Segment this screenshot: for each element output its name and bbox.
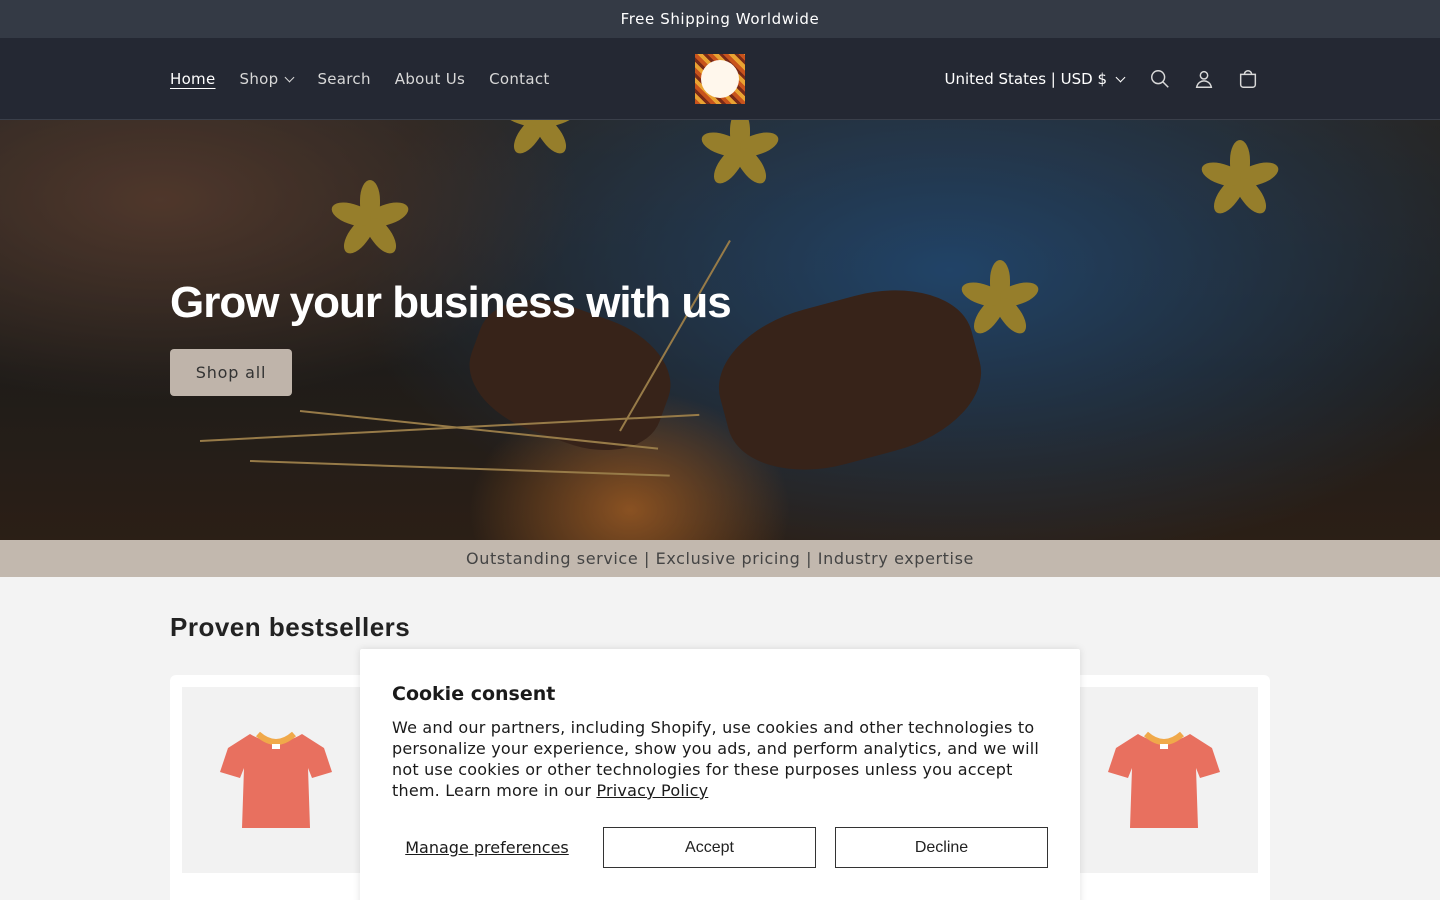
account-button[interactable] [1182,57,1226,101]
nav-home-label: Home [170,70,216,88]
currency-selector[interactable]: United States | USD $ [944,70,1138,88]
currency-label: United States | USD $ [944,70,1107,88]
store-logo[interactable] [695,54,745,104]
hero-overlay [0,120,1440,540]
cookie-consent-dialog: Cookie consent We and our partners, incl… [360,649,1080,900]
hero-title: Grow your business with us [170,278,732,327]
search-icon [1151,70,1169,88]
cookie-text: We and our partners, including Shopify, … [392,717,1048,801]
header-actions: United States | USD $ [944,38,1270,120]
hero-banner: Grow your business with us Shop all [0,120,1440,540]
product-card[interactable] [170,675,382,900]
nav-home[interactable]: Home [158,70,228,88]
product-image [1070,687,1258,873]
announcement-text: Free Shipping Worldwide [620,10,820,28]
search-button[interactable] [1138,57,1182,101]
nav-shop[interactable]: Shop [228,70,306,88]
account-icon [1195,70,1213,88]
nav-about-label: About Us [394,70,466,88]
site-header: Home Shop Search About Us Contact United… [0,38,1440,120]
cookie-body: We and our partners, including Shopify, … [392,718,1040,800]
cart-button[interactable] [1226,57,1270,101]
nav-contact-label: Contact [489,70,550,88]
chevron-down-icon [284,72,295,82]
nav-search[interactable]: Search [305,70,382,88]
value-proposition-text: Outstanding service | Exclusive pricing … [466,549,974,568]
nav-search-label: Search [317,70,371,88]
section-title: Proven bestsellers [170,612,411,642]
privacy-policy-link[interactable]: Privacy Policy [596,781,708,800]
accept-button[interactable]: Accept [603,827,816,868]
logo-emblem [701,60,739,98]
nav-about[interactable]: About Us [383,70,477,88]
cart-icon [1239,70,1257,88]
nav-contact[interactable]: Contact [477,70,561,88]
shop-all-button[interactable]: Shop all [170,349,292,396]
announcement-bar: Free Shipping Worldwide [0,0,1440,38]
product-image [182,687,370,873]
value-proposition-strip: Outstanding service | Exclusive pricing … [0,540,1440,577]
tshirt-icon [220,731,332,828]
cookie-actions: Manage preferences Accept Decline [392,827,1048,868]
decline-button[interactable]: Decline [835,827,1048,868]
tshirt-icon [1108,731,1220,828]
cookie-title: Cookie consent [392,683,556,705]
main-nav: Home Shop Search About Us Contact [158,38,562,120]
nav-shop-label: Shop [239,70,279,88]
manage-preferences-link[interactable]: Manage preferences [392,827,582,868]
chevron-down-icon [1115,72,1126,82]
product-card[interactable] [1058,675,1270,900]
